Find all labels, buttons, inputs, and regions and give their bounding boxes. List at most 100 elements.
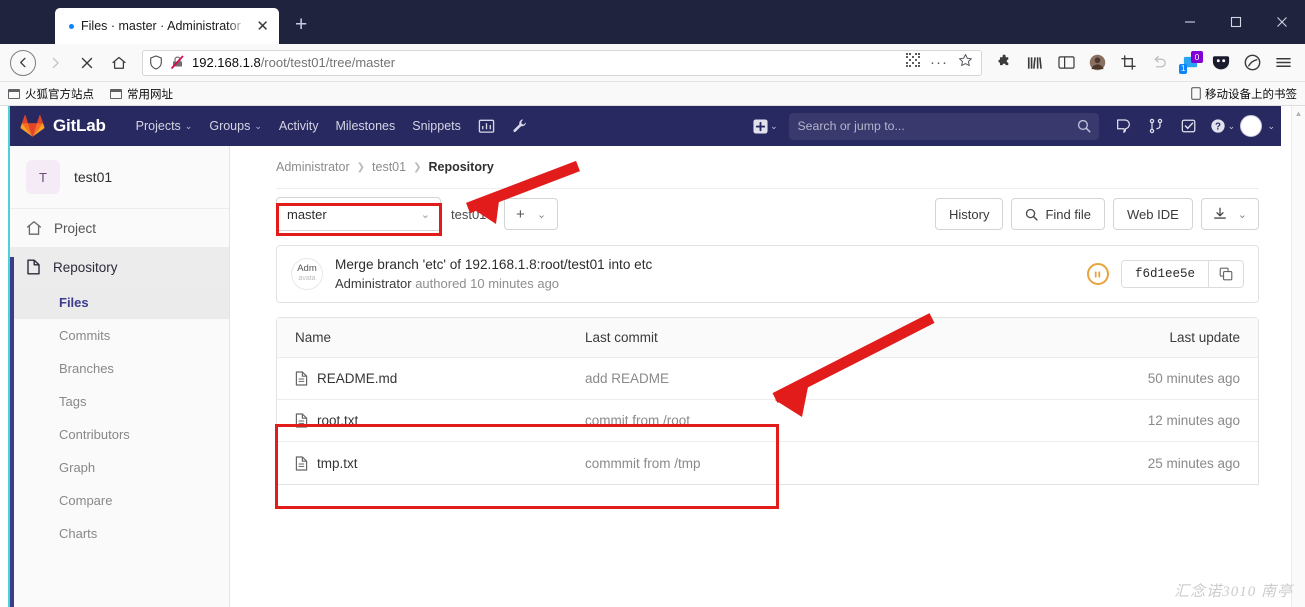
insecure-connection-icon[interactable] <box>170 55 185 70</box>
column-header-last-update: Last update <box>1169 330 1240 345</box>
screenshot-icon[interactable] <box>1114 49 1142 77</box>
sidebar-item-files[interactable]: Files <box>10 286 229 319</box>
file-name-link[interactable]: tmp.txt <box>317 456 358 471</box>
sidebar-item-graph[interactable]: Graph <box>10 451 229 484</box>
account-avatar-icon[interactable] <box>1083 49 1111 77</box>
bookmark-item[interactable]: 火狐官方站点 <box>8 86 94 102</box>
file-name-link[interactable]: root.txt <box>317 413 358 428</box>
pocket-icon[interactable] <box>1207 49 1235 77</box>
find-file-button[interactable]: Find file <box>1011 198 1105 230</box>
window-maximize-button[interactable] <box>1213 0 1259 44</box>
last-commit-box: Adm avata Merge branch 'etc' of 192.168.… <box>276 245 1259 303</box>
gitlab-body: T test01 Project Repository Files Commit… <box>10 146 1305 607</box>
nav-projects[interactable]: Projects ⌄ <box>128 113 201 139</box>
commit-sha[interactable]: f6d1ee5e <box>1121 261 1208 287</box>
tab-strip: Files · master · Administrator ✕ + <box>0 0 307 44</box>
back-button[interactable] <box>8 48 38 78</box>
issues-icon <box>1117 119 1131 133</box>
sidebar-item-repository[interactable]: Repository <box>10 248 229 286</box>
file-last-update: 50 minutes ago <box>1147 371 1240 386</box>
tab-loading-dot <box>69 23 74 29</box>
sidebar-project-header[interactable]: T test01 <box>10 146 229 209</box>
sidebar-toggle-icon[interactable] <box>1052 49 1080 77</box>
browser-titlebar: Files · master · Administrator ✕ + <box>0 0 1305 44</box>
table-row[interactable]: root.txt commit from /root 12 minutes ag… <box>277 400 1258 442</box>
chevron-down-icon: ⌄ <box>1237 208 1247 221</box>
repo-path-root[interactable]: test01 <box>451 207 486 222</box>
commit-meta: Administrator authored 10 minutes ago <box>335 276 1075 291</box>
help-button[interactable]: ? ⌄ <box>1207 112 1237 140</box>
sidebar-item-branches[interactable]: Branches <box>10 352 229 385</box>
file-last-commit[interactable]: commmit from /tmp <box>585 456 1090 471</box>
add-to-tree-dropdown[interactable]: + ⌄ <box>504 198 559 230</box>
containers-icon[interactable] <box>1238 49 1266 77</box>
commit-author[interactable]: Administrator <box>335 276 412 291</box>
todos-button[interactable] <box>1174 112 1204 140</box>
web-ide-button[interactable]: Web IDE <box>1113 198 1193 230</box>
nav-label: Snippets <box>412 119 461 133</box>
bookmarks-bar: 火狐官方站点 常用网址 移动设备上的书签 <box>0 82 1305 106</box>
history-button-label: History <box>949 206 990 222</box>
file-name-link[interactable]: README.md <box>317 371 397 386</box>
search-input[interactable]: Search or jump to... <box>789 112 1100 140</box>
qr-code-icon[interactable] <box>906 53 920 72</box>
sidebar-item-charts[interactable]: Charts <box>10 517 229 550</box>
bookmark-star-icon[interactable] <box>958 53 973 73</box>
commit-text: Merge branch 'etc' of 192.168.1.8:root/t… <box>335 257 1075 291</box>
breadcrumb-test01[interactable]: test01 <box>372 160 406 174</box>
sidebar-item-commits[interactable]: Commits <box>10 319 229 352</box>
forward-button[interactable] <box>40 48 70 78</box>
shield-icon[interactable] <box>149 55 163 70</box>
file-last-commit[interactable]: commit from /root <box>585 413 1090 428</box>
new-tab-button[interactable]: + <box>295 14 307 35</box>
nav-milestones[interactable]: Milestones <box>327 113 403 139</box>
download-dropdown-button[interactable]: ⌄ <box>1200 198 1259 230</box>
hamburger-menu-icon[interactable] <box>1269 49 1297 77</box>
gitlab-logo-link[interactable]: GitLab <box>20 114 106 138</box>
mobile-bookmarks-item[interactable]: 移动设备上的书签 <box>1191 86 1297 102</box>
download-icon <box>1213 207 1226 219</box>
scrollbar-up-arrow[interactable]: ▲ <box>1292 106 1305 118</box>
nav-activity[interactable]: Activity <box>271 113 327 139</box>
new-dropdown-button[interactable]: ⌄ <box>750 112 780 140</box>
table-row[interactable]: README.md add README 50 minutes ago <box>277 358 1258 400</box>
stop-button[interactable] <box>72 48 102 78</box>
file-last-commit[interactable]: add README <box>585 371 1090 386</box>
browser-tab[interactable]: Files · master · Administrator ✕ <box>55 8 279 44</box>
nav-analytics[interactable] <box>470 112 503 140</box>
commit-message[interactable]: Merge branch 'etc' of 192.168.1.8:root/t… <box>335 257 1075 272</box>
user-menu-button[interactable]: ⌄ <box>1240 112 1275 140</box>
history-button[interactable]: History <box>935 198 1004 230</box>
sidebar-item-compare[interactable]: Compare <box>10 484 229 517</box>
todos-icon <box>1182 119 1196 133</box>
extensions-icon[interactable] <box>990 49 1018 77</box>
wrench-icon <box>513 119 526 133</box>
nav-admin-area[interactable] <box>504 112 536 140</box>
sidebar-item-contributors[interactable]: Contributors <box>10 418 229 451</box>
undo-icon[interactable] <box>1145 49 1173 77</box>
branch-selector-dropdown[interactable]: master ⌄ <box>276 197 441 231</box>
url-text: 192.168.1.8/root/test01/tree/master <box>192 55 396 70</box>
merge-requests-button[interactable] <box>1141 112 1171 140</box>
sync-notifications-icon[interactable]: 1 0 <box>1176 49 1204 77</box>
bookmark-item[interactable]: 常用网址 <box>110 86 173 102</box>
breadcrumb-administrator[interactable]: Administrator <box>276 160 350 174</box>
issues-button[interactable] <box>1108 112 1138 140</box>
window-minimize-button[interactable] <box>1167 0 1213 44</box>
window-close-button[interactable] <box>1259 0 1305 44</box>
library-icon[interactable] <box>1021 49 1049 77</box>
gitlab-tanuki-icon <box>20 115 45 137</box>
sidebar-item-tags[interactable]: Tags <box>10 385 229 418</box>
nav-snippets[interactable]: Snippets <box>404 113 469 139</box>
page-actions-icon[interactable]: ··· <box>930 55 948 70</box>
nav-groups[interactable]: Groups ⌄ <box>201 113 270 139</box>
table-row[interactable]: tmp.txt commmit from /tmp 25 minutes ago <box>277 442 1258 484</box>
copy-sha-button[interactable] <box>1208 261 1243 287</box>
page-scrollbar[interactable]: ▲ <box>1291 106 1305 607</box>
sidebar-item-project[interactable]: Project <box>10 209 229 248</box>
tab-close-icon[interactable]: ✕ <box>254 19 271 34</box>
pipeline-status-icon[interactable] <box>1086 263 1109 285</box>
home-button[interactable] <box>104 48 134 78</box>
url-bar[interactable]: 192.168.1.8/root/test01/tree/master ··· <box>142 49 982 76</box>
gitlab-brand-text: GitLab <box>53 116 106 135</box>
